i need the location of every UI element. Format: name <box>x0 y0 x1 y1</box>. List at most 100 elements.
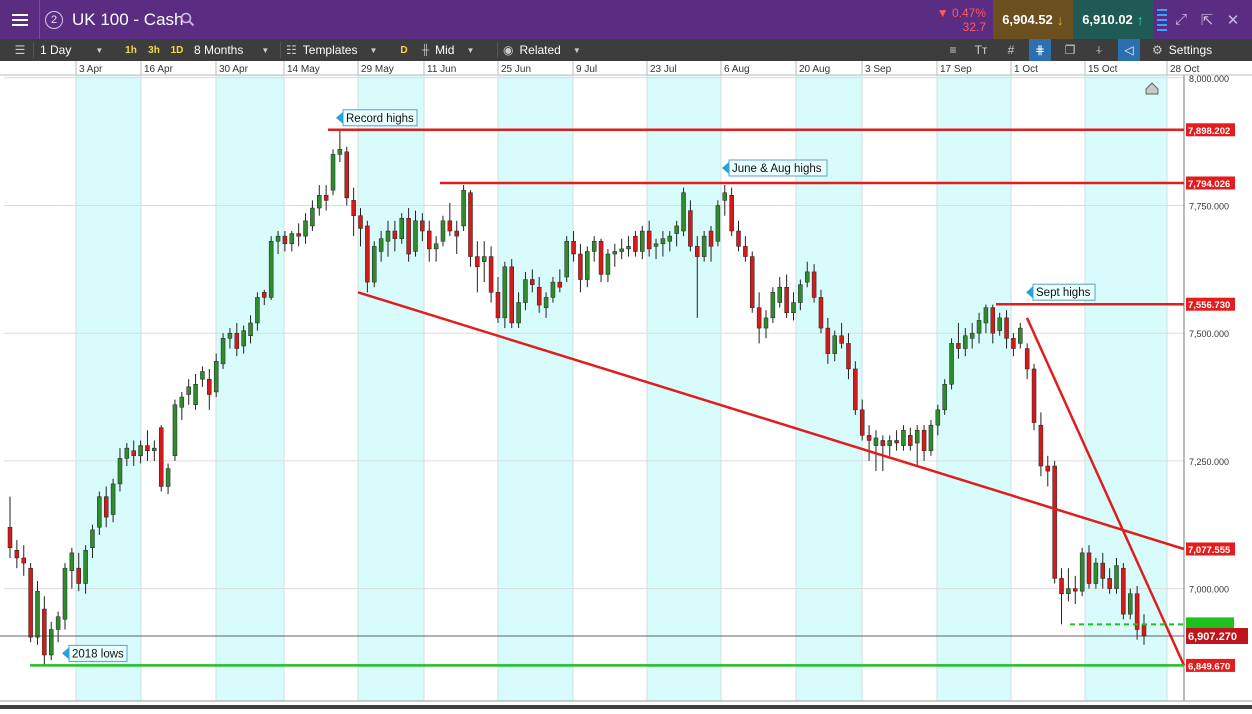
candle-body-up <box>701 235 707 257</box>
candle-body-up <box>48 629 54 656</box>
tf-1h-button[interactable]: 1h <box>120 39 142 61</box>
candle-body-down <box>475 256 480 268</box>
candle-body-up <box>193 384 198 405</box>
text-tool-icon[interactable]: Tт <box>970 39 992 61</box>
annotation-label: June & Aug highs <box>732 163 822 175</box>
related-dropdown[interactable]: ◉ Related ▼ <box>503 39 587 61</box>
candle-body-up <box>83 550 88 584</box>
candle-body-down <box>454 230 459 237</box>
x-tick-label: 14 May <box>287 64 320 75</box>
candle-body-up <box>179 396 185 408</box>
candle-body-up <box>385 230 391 242</box>
candle-body-down <box>145 445 150 451</box>
range-dropdown[interactable]: 8 Months ▼ <box>194 39 276 61</box>
candle-body-down <box>21 557 26 564</box>
depth-bars-icon[interactable] <box>1155 0 1169 39</box>
candle-body-up <box>997 317 1002 331</box>
candle-body-down <box>736 230 741 247</box>
range-label: 8 Months <box>194 43 244 57</box>
candle-body-down <box>365 225 370 283</box>
candle-body-up <box>591 240 597 252</box>
candle <box>681 187 686 237</box>
y-tick-label: 7,500.000 <box>1189 329 1229 339</box>
draw-tool-icon[interactable]: ⋕ <box>1029 39 1051 61</box>
candle-body-up <box>1114 565 1119 589</box>
candle <box>461 185 466 232</box>
x-tick-label: 25 Jun <box>501 64 531 75</box>
candle-body-down <box>392 230 398 239</box>
candle <box>853 361 858 415</box>
candle-body-down <box>1045 465 1051 472</box>
x-tick-label: 15 Oct <box>1088 64 1118 75</box>
candle-body-down <box>7 527 13 548</box>
candle-body-down <box>1059 578 1064 594</box>
candle-body-up <box>481 256 487 262</box>
tf-1d-button[interactable]: 1D <box>166 39 188 61</box>
y-tick-label: 8,000.000 <box>1189 74 1229 84</box>
candle-body-up <box>550 281 556 298</box>
templates-dropdown[interactable]: ☷ Templates ▼ <box>286 39 390 61</box>
settings-button[interactable]: ⚙ Settings <box>1152 39 1248 61</box>
candle <box>172 399 178 461</box>
tf-3h-button[interactable]: 3h <box>143 39 165 61</box>
workspace-count-button[interactable]: 2 <box>40 0 68 39</box>
d-badge[interactable]: D <box>393 39 415 61</box>
x-tick-label: 1 Oct <box>1014 64 1038 75</box>
gear-icon: ⚙ <box>1152 43 1163 57</box>
candle <box>268 236 274 300</box>
candle-body-up <box>337 149 343 155</box>
price-marker-icon[interactable]: ⍭ <box>1088 39 1110 61</box>
timeframe-dropdown[interactable]: 1 Day ▼ <box>40 39 116 61</box>
candle-body-up <box>674 225 679 234</box>
close-icon[interactable]: ✕ <box>1220 0 1246 39</box>
candle-body-down <box>207 378 212 395</box>
candle <box>1052 460 1057 584</box>
candle-body-up <box>516 302 521 324</box>
candle-body-down <box>530 279 535 285</box>
candle-body-up <box>832 335 837 354</box>
buy-price-button[interactable]: 6,910.02 ↑ <box>1073 0 1153 39</box>
y-tick-label: 7,000.000 <box>1189 585 1229 595</box>
candle-body-down <box>1100 562 1106 579</box>
hamburger-icon <box>11 13 28 26</box>
alert-tag-icon[interactable]: ◁ <box>1118 39 1140 61</box>
candle-body-down <box>729 195 734 232</box>
price-chart[interactable]: 3 Apr 16 Apr 30 Apr 14 May 29 May 11 Jun 25 Ju… <box>0 61 1252 709</box>
layers-icon[interactable]: ❐ <box>1059 39 1081 61</box>
candle-body-up <box>887 440 892 446</box>
candle <box>372 241 377 288</box>
candle-body-down <box>818 297 824 329</box>
candle-body-down <box>1011 338 1016 349</box>
candle-body-up <box>502 266 508 319</box>
candle-body-up <box>1018 327 1023 344</box>
candle-body-up <box>110 483 116 515</box>
settings-label: Settings <box>1168 43 1213 57</box>
candle-body-down <box>42 608 47 656</box>
popout-icon[interactable]: ⇱ <box>1194 0 1220 39</box>
list-icon[interactable]: ☰ <box>10 39 30 61</box>
x-axis-strip <box>0 61 1252 75</box>
instrument-header: 2 UK 100 - Cash ▼ 0.47% 32.7 6,904.52 ↓ … <box>0 0 1252 39</box>
crosshair-grid-icon[interactable]: # <box>1000 39 1022 61</box>
candle <box>1031 363 1037 431</box>
search-icon[interactable] <box>178 0 196 39</box>
annotation-callout: June & Aug highs <box>722 159 828 177</box>
indicators-icon[interactable]: ≡ <box>942 39 964 61</box>
instrument-title[interactable]: UK 100 - Cash <box>72 0 184 39</box>
chart-area[interactable]: 3 Apr 16 Apr 30 Apr 14 May 29 May 11 Jun 25 Ju… <box>0 61 1252 709</box>
buy-price: 6,910.02 <box>1082 12 1133 27</box>
sell-price-button[interactable]: 6,904.52 ↓ <box>993 0 1073 39</box>
x-tick-label: 11 Jun <box>427 64 456 75</box>
candle-body-down <box>158 427 164 487</box>
arrow-up-icon: ↑ <box>1136 11 1144 28</box>
expand-icon[interactable]: ⤢ <box>1168 0 1194 39</box>
x-tick-label: 17 Sep <box>940 64 972 75</box>
candle <box>1121 563 1126 620</box>
candle-body-down <box>846 343 851 370</box>
candle-body-up <box>942 384 947 411</box>
candle <box>949 338 954 390</box>
price-type-dropdown[interactable]: ╫ Mid ▼ <box>422 39 494 61</box>
menu-button[interactable] <box>0 0 40 39</box>
candle <box>770 287 776 323</box>
candle-body-down <box>1073 588 1078 592</box>
